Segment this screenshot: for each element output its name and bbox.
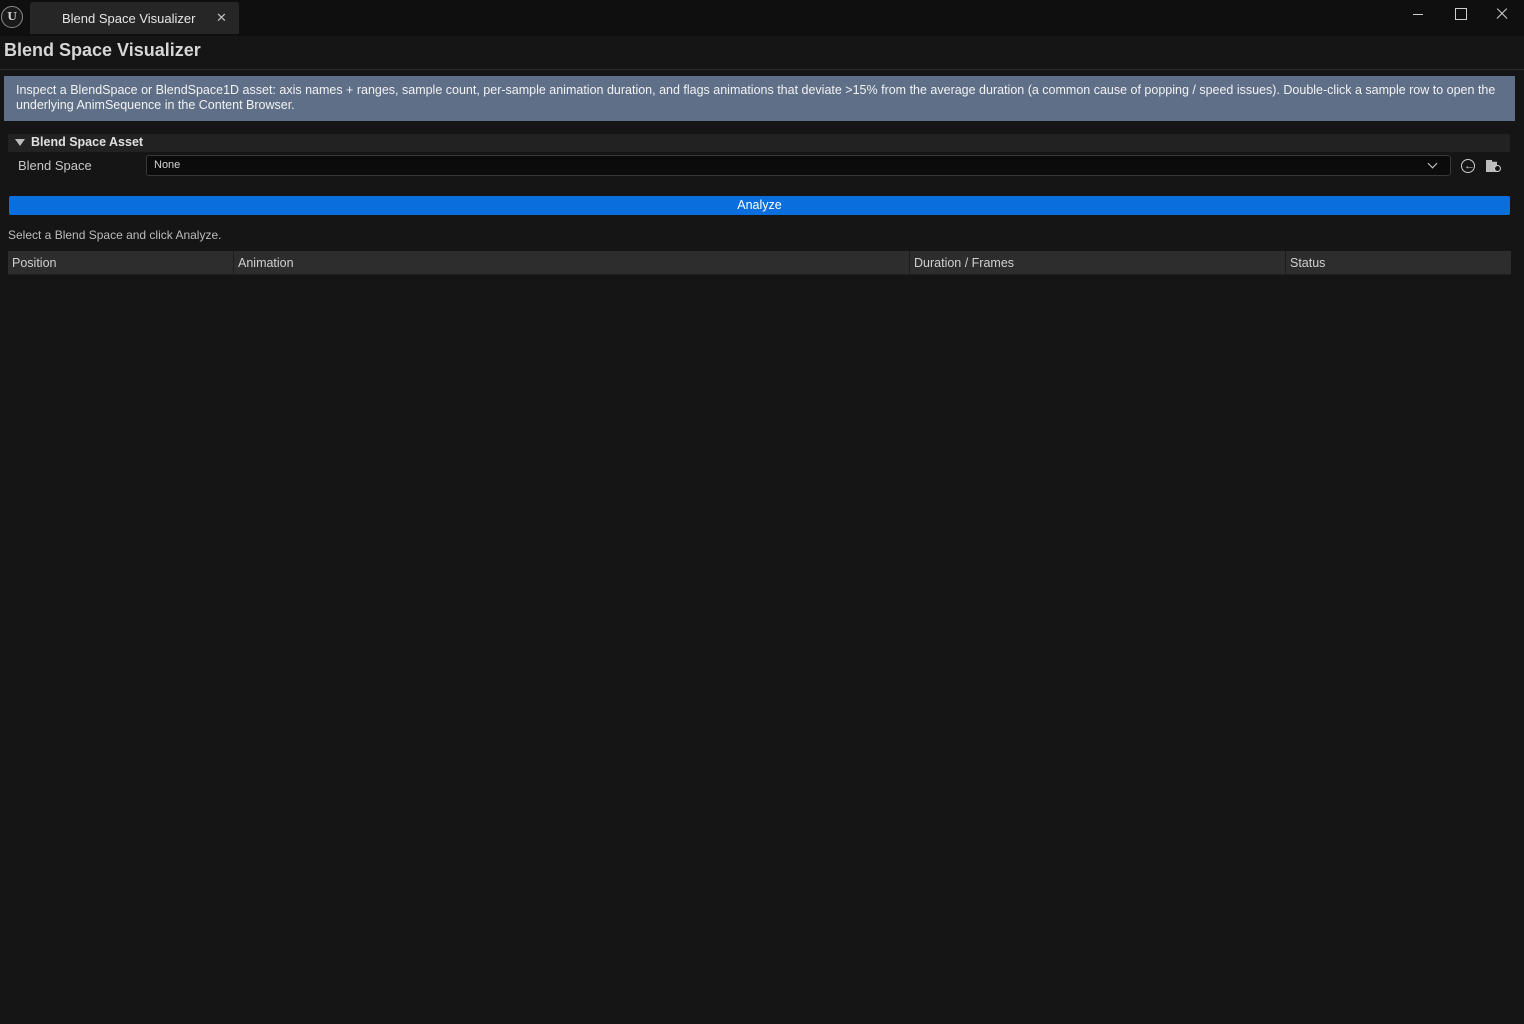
maximize-button[interactable] <box>1449 4 1471 24</box>
divider <box>0 69 1524 70</box>
close-window-button[interactable] <box>1491 4 1513 24</box>
tab-label: Blend Space Visualizer <box>62 11 196 26</box>
minimize-button[interactable] <box>1407 4 1429 24</box>
browse-to-asset-button[interactable] <box>1485 157 1503 175</box>
samples-table-header: Position Animation Duration / Frames Sta… <box>8 251 1511 275</box>
column-header-status[interactable]: Status <box>1286 251 1511 275</box>
arrow-left-icon: ← <box>1464 160 1475 172</box>
column-header-duration-frames[interactable]: Duration / Frames <box>910 251 1286 275</box>
section-title: Blend Space Asset <box>31 135 144 149</box>
close-icon[interactable]: ✕ <box>216 10 227 26</box>
column-header-animation[interactable]: Animation <box>234 251 910 275</box>
use-selected-asset-button[interactable]: ← <box>1459 157 1477 175</box>
selected-asset-value: None <box>154 159 181 171</box>
section-header-blend-space-asset[interactable]: Blend Space Asset <box>8 134 1510 152</box>
title-bar: U Blend Space Visualizer ✕ <box>0 0 1524 36</box>
unreal-logo-icon[interactable]: U <box>1 6 23 28</box>
info-banner: Inspect a BlendSpace or BlendSpace1D ass… <box>4 76 1515 121</box>
analyze-button[interactable]: Analyze <box>9 196 1510 215</box>
search-icon <box>1494 165 1501 172</box>
column-header-position[interactable]: Position <box>8 251 234 275</box>
page-title: Blend Space Visualizer <box>4 40 201 60</box>
status-hint: Select a Blend Space and click Analyze. <box>8 228 222 242</box>
blend-space-label: Blend Space <box>18 158 92 173</box>
blend-space-asset-picker[interactable]: None <box>146 155 1451 176</box>
expand-triangle-icon[interactable] <box>15 139 25 146</box>
chevron-down-icon <box>1427 158 1438 169</box>
tab-blend-space-visualizer[interactable]: Blend Space Visualizer ✕ <box>30 2 239 34</box>
